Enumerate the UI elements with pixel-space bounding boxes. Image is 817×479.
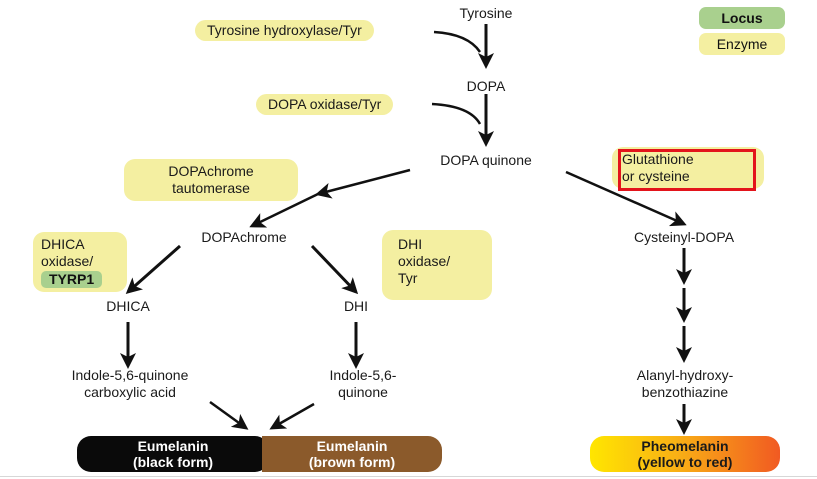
node-dhi: DHI (343, 298, 369, 314)
arrow-enzyme-curve-1 (433, 30, 482, 53)
node-dhica: DHICA (106, 298, 150, 314)
node-indole-quinone-line2: quinone (338, 384, 388, 400)
locus-tyrp1: TYRP1 (41, 271, 103, 288)
node-alanyl-line2: benzothiazine (641, 384, 729, 400)
enzyme-dhi-oxidase-line3: Tyr (398, 270, 418, 286)
legend-enzyme-swatch: Enzyme (699, 33, 785, 55)
enzyme-dhi-oxidase-line1: DHI (398, 236, 423, 252)
pigment-eumelanin-black: Eumelanin (black form) (77, 436, 269, 472)
arrow-quinone-dopachrome (315, 168, 411, 199)
node-indole-quinone-line1: Indole-5,6- (329, 367, 397, 383)
pigment-eumelanin-brown: Eumelanin (brown form) (262, 436, 442, 472)
arrow-enzyme-curve-2 (431, 102, 482, 125)
node-alanyl-hydroxy-benzothiazine: Alanyl-hydroxy- benzothiazine (600, 367, 770, 401)
pigment-eumelanin-black-line1: Eumelanin (137, 438, 209, 454)
pigment-pheomelanin: Pheomelanin (yellow to red) (590, 436, 780, 472)
pigment-eumelanin-black-line2: (black form) (132, 454, 214, 470)
enzyme-dopachrome-tautomerase-line1: DOPAchrome (168, 163, 254, 179)
enzyme-dhica-oxidase-line1: DHICA (41, 236, 85, 252)
enzyme-tyrosine-hydroxylase: Tyrosine hydroxylase/Tyr (195, 20, 374, 41)
bottom-divider (0, 476, 817, 477)
node-tyrosine: Tyrosine (459, 5, 513, 21)
highlight-box (618, 149, 756, 191)
node-alanyl-line1: Alanyl-hydroxy- (636, 367, 734, 383)
enzyme-dhica-oxidase-line2: oxidase/ (41, 253, 94, 269)
pigment-eumelanin-brown-line2: (brown form) (308, 454, 396, 470)
arrow-indole-eumelanin-1 (209, 400, 249, 430)
pigment-pheomelanin-line1: Pheomelanin (641, 438, 729, 454)
node-indole-carboxylic-line2: carboxylic acid (84, 384, 176, 400)
arrow-indole-eumelanin-2 (269, 402, 315, 430)
enzyme-dopachrome-tautomerase: DOPAchrome tautomerase (124, 159, 298, 201)
node-dopa-quinone: DOPA quinone (440, 152, 532, 168)
enzyme-dopa-oxidase: DOPA oxidase/Tyr (256, 94, 394, 115)
node-indole-carboxylic-acid: Indole-5,6-quinone carboxylic acid (30, 367, 230, 401)
enzyme-dopachrome-tautomerase-line2: tautomerase (172, 180, 250, 196)
enzyme-dhica-oxidase: DHICA oxidase/ TYRP1 (33, 232, 127, 292)
enzyme-dhi-oxidase-line2: oxidase/ (398, 253, 451, 269)
node-indole-carboxylic-line1: Indole-5,6-quinone (71, 367, 189, 383)
arrow-dopachrome-dhi (310, 244, 359, 295)
node-cysteinyl-dopa: Cysteinyl-DOPA (633, 229, 735, 245)
enzyme-dhi-oxidase: DHI oxidase/ Tyr (382, 230, 492, 300)
node-dopa: DOPA (466, 78, 506, 94)
pigment-pheomelanin-line2: (yellow to red) (637, 454, 733, 470)
pigment-eumelanin-brown-line1: Eumelanin (316, 438, 388, 454)
arrow-dopachrome-dhica (125, 244, 181, 294)
node-dopachrome: DOPAchrome (201, 229, 287, 245)
legend-locus-swatch: Locus (699, 7, 785, 29)
node-indole-quinone: Indole-5,6- quinone (298, 367, 428, 401)
